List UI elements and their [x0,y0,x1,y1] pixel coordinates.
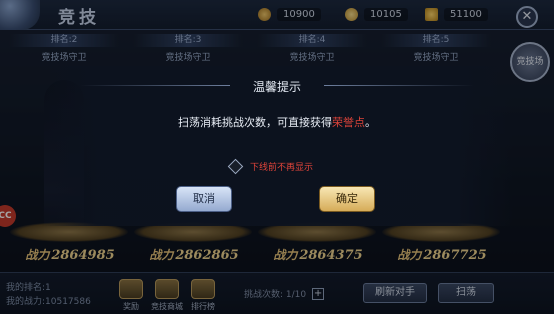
confirm-button[interactable]: 确定 [319,186,375,212]
tip-dialog: 温馨提示 扫荡消耗挑战次数，可直接获得荣誉点。 下线前不再显示 取消 确定 [40,66,514,226]
cancel-button[interactable]: 取消 [176,186,232,212]
dont-show-again-option[interactable]: 下线前不再显示 [227,158,314,175]
dialog-header: 温馨提示 [40,76,514,96]
dialog-title: 温馨提示 [252,80,301,94]
honor-points-highlight: 荣誉点 [332,116,365,129]
dont-show-checkbox[interactable] [227,158,244,175]
dont-show-label: 下线前不再显示 [250,163,314,173]
dialog-message: 扫荡消耗挑战次数，可直接获得荣誉点。 [178,116,376,129]
